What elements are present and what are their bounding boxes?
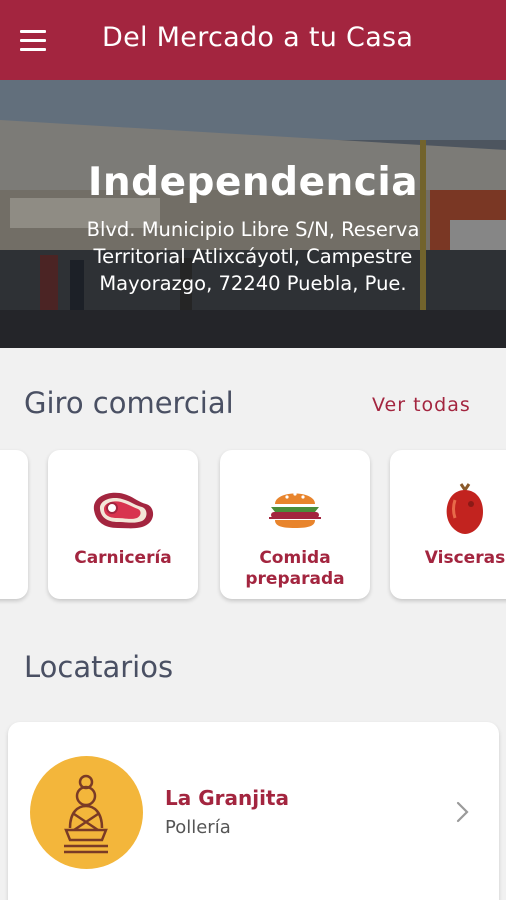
category-card-partial[interactable] [0, 450, 28, 599]
tenant-category: Pollería [165, 817, 231, 838]
tenant-card[interactable]: La Granjita Pollería [8, 722, 499, 900]
app-title: Del Mercado a tu Casa [102, 22, 414, 53]
organ-icon [390, 476, 506, 540]
category-card-visceras[interactable]: Visceras [390, 450, 506, 599]
app-bar: Del Mercado a tu Casa [0, 0, 506, 80]
tenant-avatar [30, 756, 143, 869]
hamburger-menu-icon[interactable] [20, 24, 60, 56]
market-hero-banner: Independencia Blvd. Municipio Libre S/N,… [0, 80, 506, 348]
tenants-section-title: Locatarios [24, 650, 174, 684]
category-label: Carnicería [74, 548, 172, 568]
app-screen: Del Mercado a tu Casa Independencia Blvd… [0, 0, 506, 900]
burger-icon [220, 476, 370, 540]
vendor-woman-icon [64, 774, 108, 854]
category-label: Visceras [424, 548, 506, 568]
market-address: Blvd. Municipio Libre S/N, Reserva Terri… [86, 218, 420, 295]
category-card-comida-preparada[interactable]: Comida preparada [220, 450, 370, 599]
chevron-right-icon [456, 801, 469, 823]
see-all-categories-link[interactable]: Ver todas [372, 394, 471, 416]
tenant-name: La Granjita [165, 786, 289, 810]
market-name: Independencia [87, 160, 419, 205]
categories-section-title: Giro comercial [24, 386, 234, 420]
category-label: Comida preparada [245, 548, 345, 589]
hero-dark-overlay [0, 80, 506, 348]
steak-icon [48, 476, 198, 540]
category-card-carniceria[interactable]: Carnicería [48, 450, 198, 599]
